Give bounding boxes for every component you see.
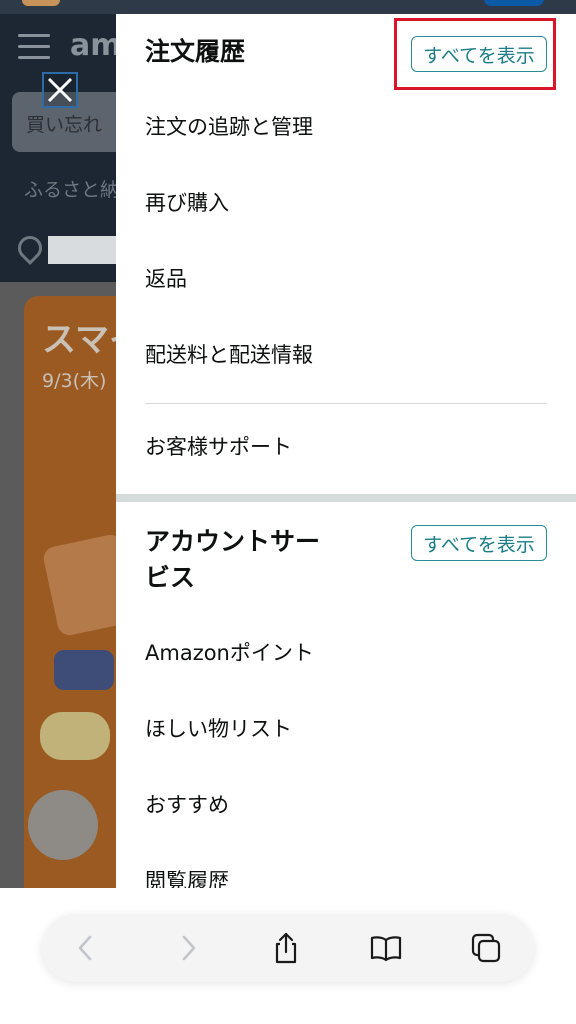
menu-item-track-orders[interactable]: 注文の追跡と管理: [145, 112, 313, 142]
status-chip: [484, 0, 544, 6]
amazon-logo: am: [70, 28, 122, 63]
account-services-title: アカウントサー ビス: [145, 524, 320, 596]
account-services-title-line1: アカウントサー: [145, 527, 321, 556]
background-furusato-link: ふるさと納: [24, 179, 120, 201]
menu-item-recommendations[interactable]: おすすめ: [145, 790, 229, 820]
status-chip: [22, 0, 60, 6]
highlight-box: [394, 18, 556, 90]
tabs-icon: [471, 933, 501, 963]
divider: [145, 403, 547, 404]
forward-button[interactable]: [158, 914, 218, 982]
banner-product-image: [28, 790, 98, 860]
menu-item-shipping-info[interactable]: 配送料と配送情報: [145, 340, 313, 370]
banner-product-image: [40, 712, 110, 760]
menu-item-customer-support[interactable]: お客様サポート: [145, 432, 292, 462]
forward-icon: [182, 935, 196, 961]
share-button[interactable]: [256, 914, 316, 982]
hamburger-icon: [18, 34, 50, 67]
menu-item-amazon-points[interactable]: Amazonポイント: [145, 638, 314, 668]
side-menu-panel: 注文履歴 すべてを表示 注文の追跡と管理 再び購入 返品 配送料と配送情報 お客…: [116, 14, 576, 888]
menu-item-buy-again[interactable]: 再び購入: [145, 188, 229, 218]
location-pin-icon: [13, 231, 47, 265]
bookmarks-icon: [370, 936, 402, 962]
close-icon: [47, 77, 73, 103]
menu-item-wishlist[interactable]: ほしい物リスト: [145, 714, 292, 744]
status-strip: [0, 0, 576, 14]
tabs-button[interactable]: [456, 914, 516, 982]
menu-item-returns[interactable]: 返品: [145, 264, 187, 294]
close-menu-button[interactable]: [42, 72, 78, 108]
banner-date: 9/3(木): [42, 370, 107, 392]
background-search-placeholder: 買い忘れ: [26, 114, 103, 136]
section-separator: [116, 494, 576, 502]
menu-item-browsing-history[interactable]: 閲覧履歴: [145, 866, 229, 888]
browser-toolbar: [42, 914, 534, 982]
banner-product-image: [54, 650, 114, 690]
back-icon: [78, 935, 92, 961]
bookmarks-button[interactable]: [356, 914, 416, 982]
account-services-show-all-button[interactable]: すべてを表示: [411, 525, 547, 561]
account-services-title-line2: ビス: [145, 563, 196, 592]
order-history-title: 注文履歴: [145, 37, 246, 66]
back-button[interactable]: [56, 914, 116, 982]
location-bar: [13, 231, 138, 265]
share-icon: [275, 932, 297, 964]
